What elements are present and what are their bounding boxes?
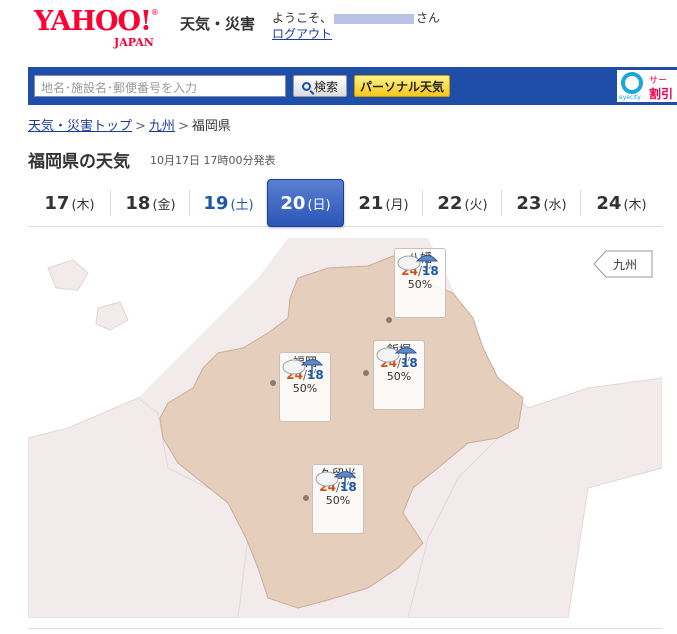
map-graphic	[28, 238, 662, 618]
date-tab[interactable]: 21 (月)	[344, 180, 423, 226]
announcement-time: 10月17日 17時00分発表	[150, 154, 276, 167]
date-tab[interactable]: 20 (日)	[267, 179, 344, 227]
date-tab[interactable]: 24 (木)	[581, 180, 662, 226]
personal-weather-button[interactable]: パーソナル天気	[354, 75, 450, 97]
cloudy-rain-icon	[282, 359, 324, 376]
masked-username	[334, 13, 415, 24]
cloudy-rain-icon	[315, 471, 357, 488]
breadcrumb: 天気・災害トップ > 九州 > 福岡県	[28, 115, 231, 134]
date-tab-day: 21	[358, 192, 384, 214]
divider	[28, 628, 662, 629]
precip-probability: 50%	[325, 494, 351, 507]
date-tab[interactable]: 19 (土)	[190, 180, 267, 226]
date-tab-weekday: (金)	[152, 197, 176, 213]
date-tab-weekday: (日)	[307, 197, 331, 213]
city-pin	[303, 495, 309, 501]
search-bar: 地名･施設名･郵便番号を入力 検索 パーソナル天気 eyecity サー 割引	[28, 67, 677, 105]
date-tab-weekday: (木)	[71, 197, 95, 213]
breadcrumb-weather-top[interactable]: 天気・災害トップ	[28, 119, 132, 134]
region-link-label: 九州	[613, 258, 638, 272]
date-tab-weekday: (土)	[230, 197, 254, 213]
date-tab-weekday: (木)	[623, 197, 647, 213]
city-pin	[270, 380, 276, 386]
date-tab-day: 19	[203, 192, 229, 214]
date-tab-day: 23	[516, 192, 542, 214]
date-tab-day: 17	[44, 192, 70, 214]
breadcrumb-separator: >	[177, 119, 189, 134]
search-input[interactable]: 地名･施設名･郵便番号を入力	[34, 75, 286, 97]
weather-map[interactable]: 九州 八幡 24/18 50% 福岡 24/18 50% 飯塚	[28, 238, 662, 618]
date-tab-day: 18	[125, 192, 151, 214]
welcome-suffix: さん	[416, 11, 441, 25]
eyecity-logo-icon	[621, 72, 643, 94]
ad-banner[interactable]: eyecity サー 割引	[617, 70, 677, 102]
city-pin	[363, 370, 369, 376]
date-tab[interactable]: 22 (火)	[423, 180, 502, 226]
city-weather-card[interactable]: 八幡 24/18 50%	[394, 248, 446, 318]
date-tab-day: 24	[596, 192, 622, 214]
date-tab[interactable]: 18 (金)	[111, 180, 190, 226]
date-tab-weekday: (月)	[385, 197, 409, 213]
breadcrumb-current: 福岡県	[191, 119, 231, 134]
breadcrumb-separator: >	[135, 119, 146, 134]
header: YAHOO!® JAPAN 天気・災害 ようこそ、 さん ログアウト	[0, 0, 677, 62]
city-weather-card[interactable]: 久留米 24/18 50%	[312, 464, 364, 534]
yahoo-japan-logo[interactable]: YAHOO!® JAPAN	[34, 6, 159, 50]
service-name[interactable]: 天気・災害	[180, 13, 255, 34]
search-button[interactable]: 検索	[293, 75, 347, 97]
welcome-prefix: ようこそ、	[272, 11, 333, 25]
registered-mark: ®	[150, 8, 159, 17]
date-tab[interactable]: 23 (水)	[502, 180, 581, 226]
precip-probability: 50%	[386, 370, 412, 383]
date-tab-weekday: (水)	[543, 197, 567, 213]
page-title: 福岡県の天気	[28, 152, 130, 172]
precip-probability: 50%	[292, 382, 318, 395]
date-tab-day: 22	[437, 192, 463, 214]
cloudy-rain-icon	[397, 255, 439, 272]
cloudy-rain-icon	[376, 347, 418, 364]
city-weather-card[interactable]: 福岡 24/18 50%	[279, 352, 331, 422]
city-weather-card[interactable]: 飯塚 24/18 50%	[373, 340, 425, 410]
date-tab[interactable]: 17 (木)	[28, 180, 111, 226]
search-button-label: 検索	[313, 79, 338, 94]
region-kyushu-link[interactable]: 九州	[593, 250, 653, 278]
logo-text: YAHOO!	[34, 6, 152, 37]
date-tab-weekday: (火)	[464, 197, 488, 213]
logout-link[interactable]: ログアウト	[272, 25, 332, 42]
search-icon	[301, 81, 311, 91]
breadcrumb-kyushu[interactable]: 九州	[149, 119, 175, 134]
logo-sub: JAPAN	[114, 36, 154, 49]
welcome-message: ようこそ、 さん	[272, 9, 440, 26]
precip-probability: 50%	[407, 278, 433, 291]
city-pin	[386, 317, 392, 323]
date-tabs: 17 (木) 18 (金) 19 (土) 20 (日) 21 (月) 22 (火) 23 (水…	[28, 179, 662, 227]
ad-brand: eyecity	[619, 94, 641, 101]
date-tab-day: 20	[280, 192, 306, 214]
ad-text-line2: 割引	[649, 87, 674, 101]
